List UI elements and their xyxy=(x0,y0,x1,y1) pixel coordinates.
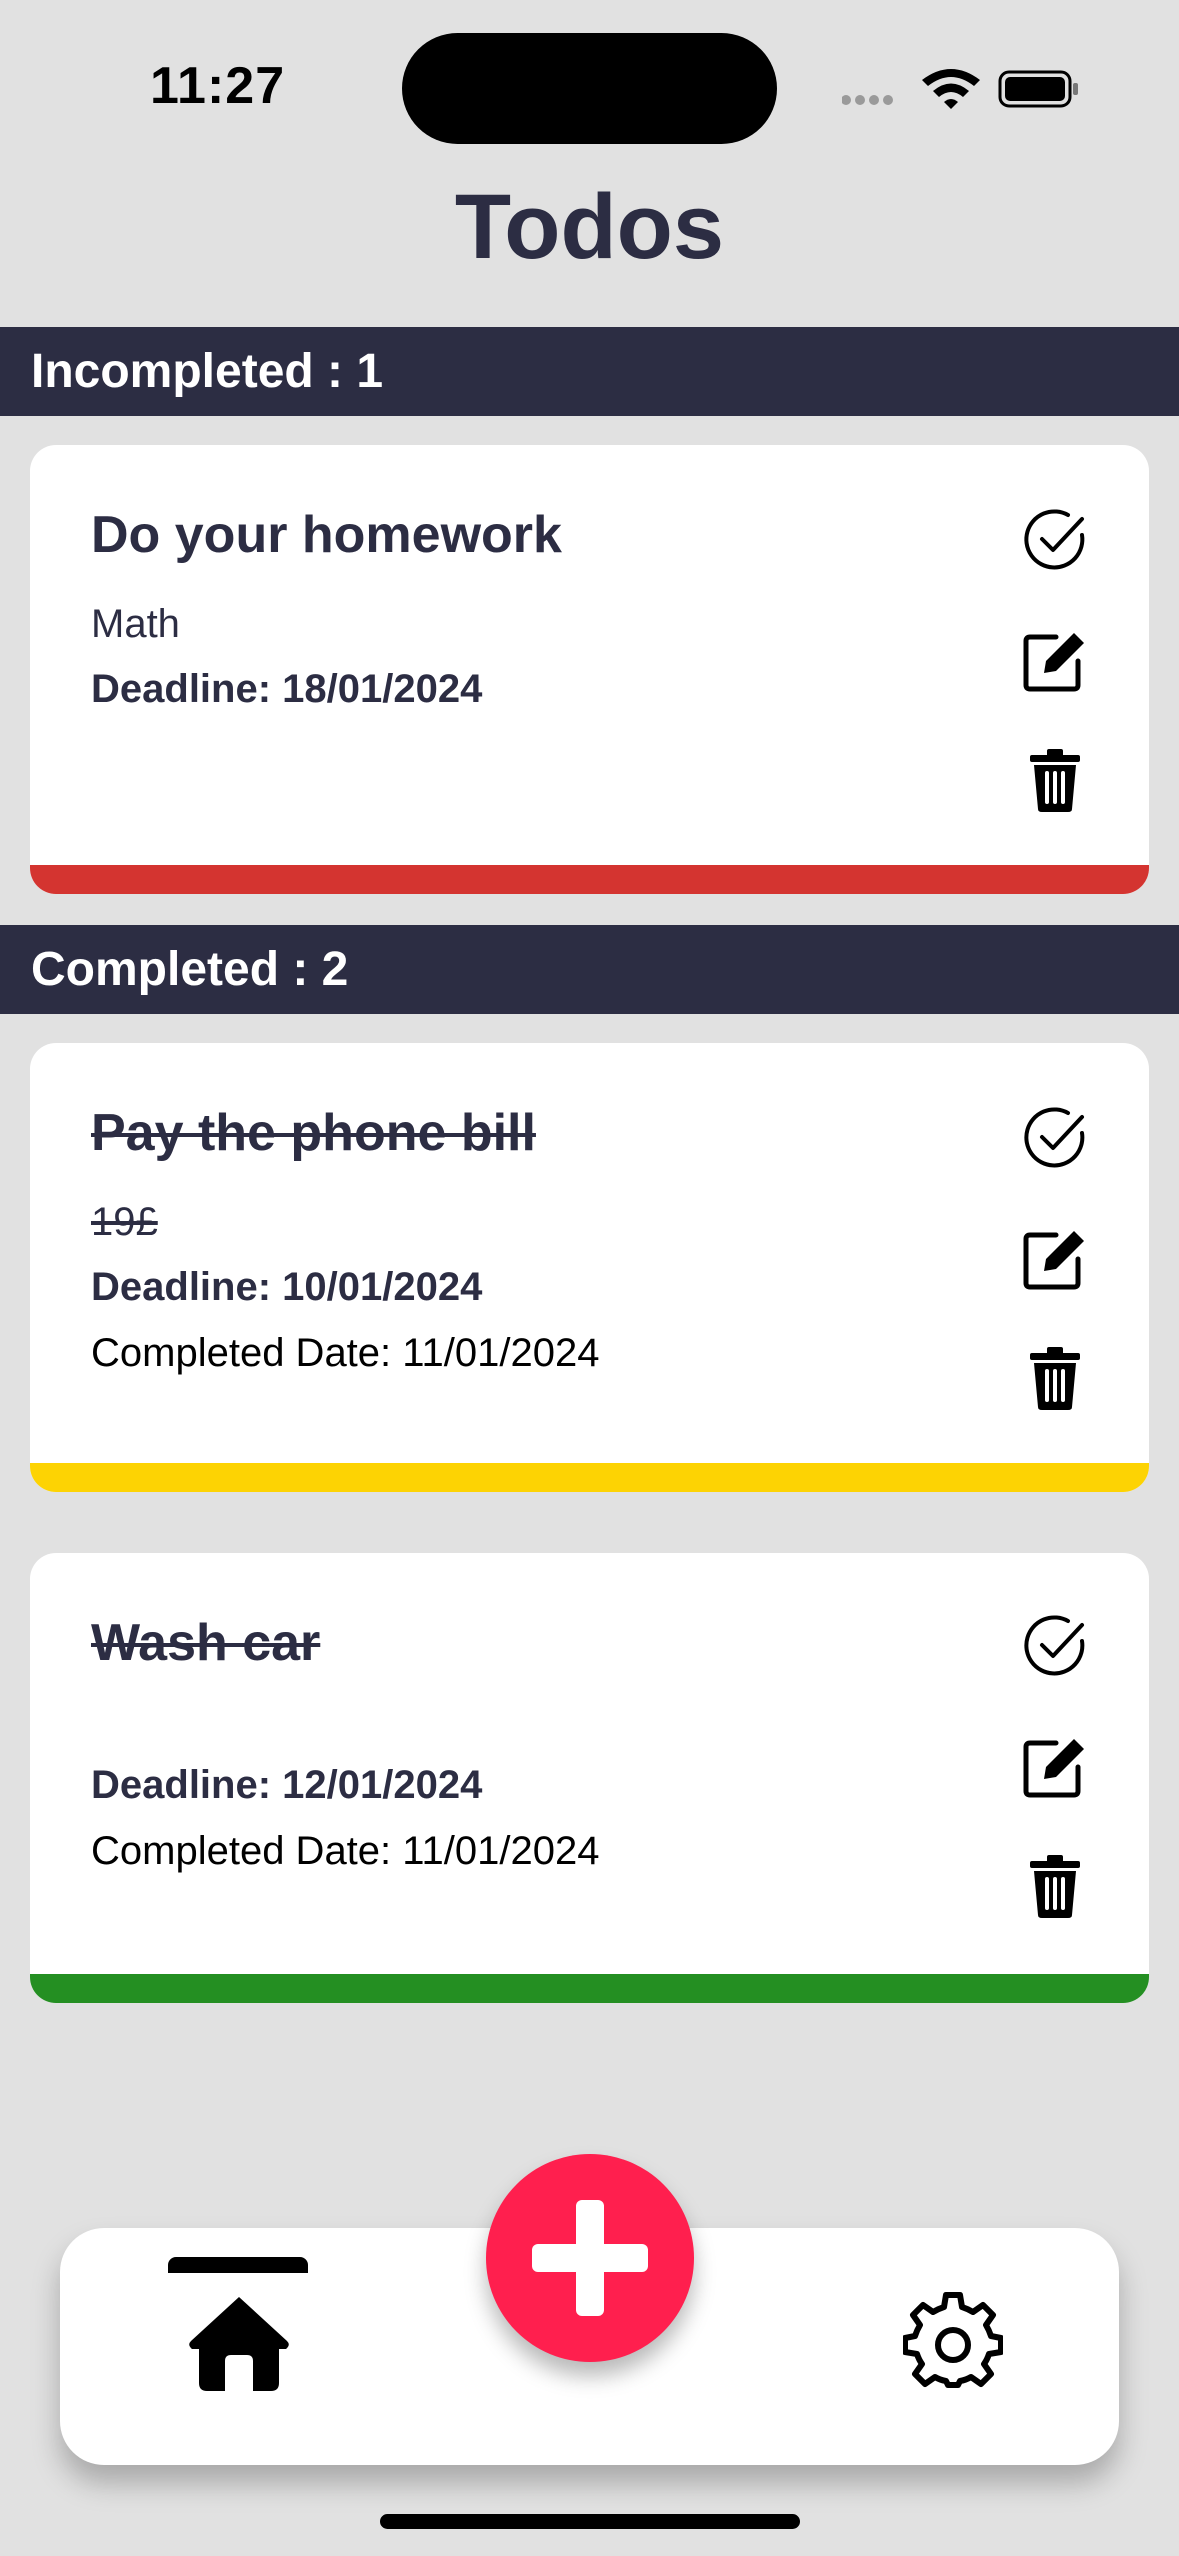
edit-icon xyxy=(1023,1739,1084,1798)
status-time: 11:27 xyxy=(150,57,286,115)
todo-title: Do your homework xyxy=(91,506,562,564)
todo-completed-date: Completed Date: 11/01/2024 xyxy=(91,1829,600,1873)
todo-completed-date: Completed Date: 11/01/2024 xyxy=(91,1331,600,1375)
check-circle-icon xyxy=(1024,1107,1085,1168)
trash-icon xyxy=(1030,1347,1080,1410)
todo-description: 19£ xyxy=(91,1200,158,1244)
status-bar: 11:27 xyxy=(0,0,1179,170)
section-header-completed: Completed : 2 xyxy=(0,925,1179,1014)
status-icons xyxy=(842,69,1078,109)
todo-card[interactable]: Do your homework Math Deadline: 18/01/20… xyxy=(30,445,1149,894)
plus-icon xyxy=(532,2200,648,2316)
todo-description: Math xyxy=(91,602,180,646)
todo-title: Wash car xyxy=(91,1614,321,1672)
edit-button[interactable] xyxy=(1020,625,1090,695)
cellular-signal-icon xyxy=(842,95,893,105)
battery-icon xyxy=(998,70,1078,108)
edit-icon xyxy=(1023,1231,1084,1290)
complete-button[interactable] xyxy=(1020,1611,1090,1681)
todo-deadline: Deadline: 18/01/2024 xyxy=(91,667,483,711)
check-circle-icon xyxy=(1024,509,1085,570)
tab-settings[interactable] xyxy=(902,2290,1004,2390)
delete-button[interactable] xyxy=(1020,745,1090,815)
dynamic-island xyxy=(402,33,777,144)
todo-card[interactable]: Wash car Deadline: 12/01/2024 Completed … xyxy=(30,1553,1149,2003)
priority-bar xyxy=(30,1463,1149,1492)
edit-button[interactable] xyxy=(1020,1223,1090,1293)
delete-button[interactable] xyxy=(1020,1343,1090,1413)
wifi-icon xyxy=(922,69,980,109)
edit-button[interactable] xyxy=(1020,1731,1090,1801)
home-indicator xyxy=(380,2514,800,2529)
todo-deadline: Deadline: 12/01/2024 xyxy=(91,1763,483,1807)
todo-card[interactable]: Pay the phone bill 19£ Deadline: 10/01/2… xyxy=(30,1043,1149,1492)
gear-icon xyxy=(902,2292,1004,2388)
complete-button[interactable] xyxy=(1020,505,1090,575)
trash-icon xyxy=(1030,1855,1080,1918)
priority-bar xyxy=(30,1974,1149,2003)
tab-home[interactable] xyxy=(187,2293,291,2393)
active-tab-indicator xyxy=(168,2257,308,2273)
priority-bar xyxy=(30,865,1149,894)
todo-deadline: Deadline: 10/01/2024 xyxy=(91,1265,483,1309)
complete-button[interactable] xyxy=(1020,1103,1090,1173)
section-header-incompleted: Incompleted : 1 xyxy=(0,327,1179,416)
page-title: Todos xyxy=(454,176,725,278)
check-circle-icon xyxy=(1024,1615,1085,1676)
add-todo-button[interactable] xyxy=(486,2154,694,2362)
home-icon xyxy=(189,2297,289,2391)
delete-button[interactable] xyxy=(1020,1851,1090,1921)
trash-icon xyxy=(1030,749,1080,812)
edit-icon xyxy=(1023,633,1084,692)
todo-title: Pay the phone bill xyxy=(91,1104,536,1162)
